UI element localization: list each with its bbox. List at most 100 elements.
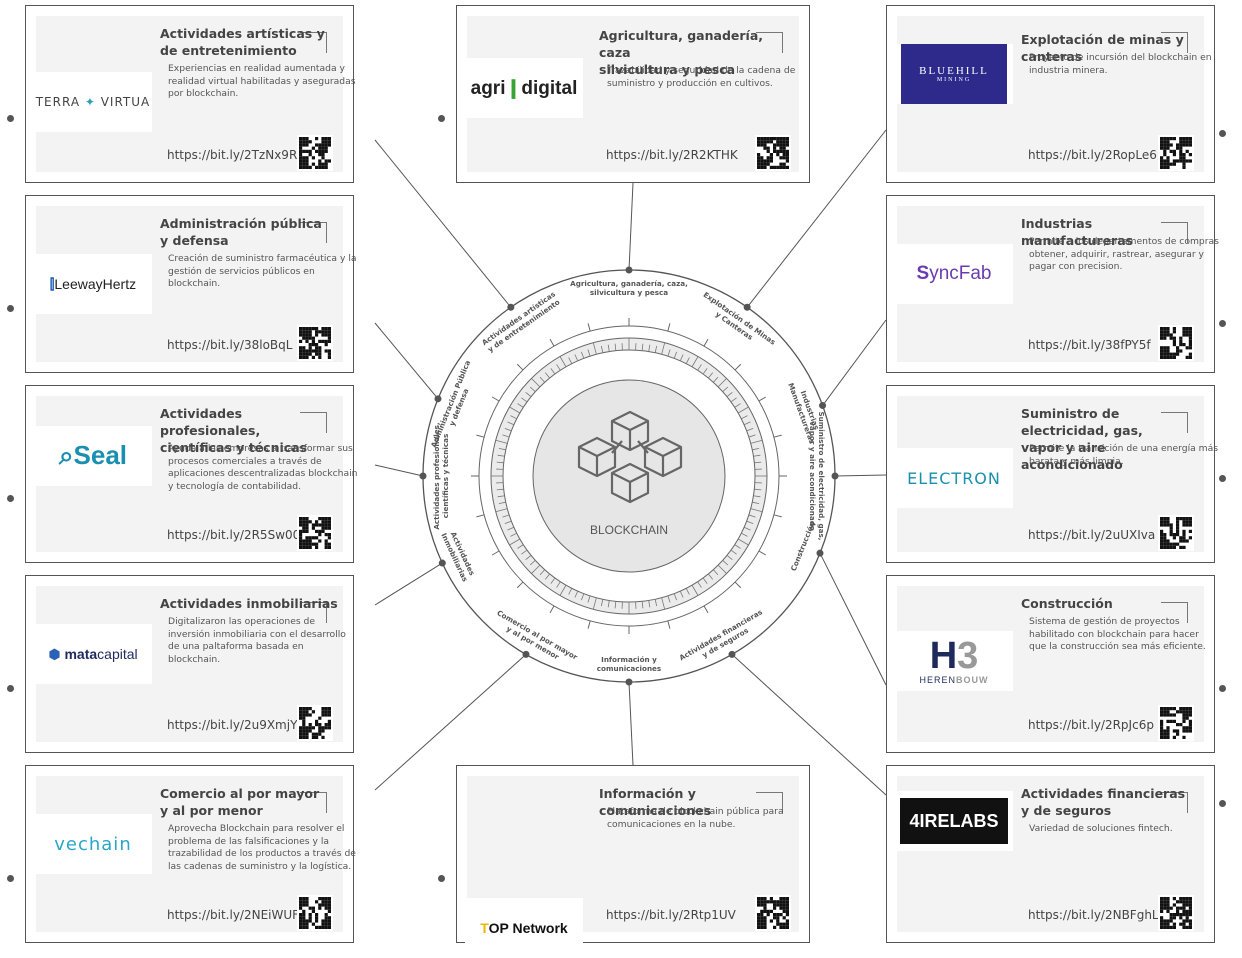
company-logo: ⬢ matacapital [34, 624, 152, 684]
connector-dot [1219, 685, 1226, 692]
sector-title-line: Actividades financieras [1021, 785, 1206, 802]
sector-title: Actividades artísticas yde entretenimien… [160, 25, 345, 59]
sector-leader-line [629, 183, 633, 270]
short-link[interactable]: https://bit.ly/2RopLe6 [1028, 148, 1157, 162]
sector-title: Comercio al por mayory al por menor [160, 785, 345, 819]
company-logo: BLUEHILLMINING [895, 44, 1013, 104]
sector-title-line: y defensa [160, 232, 345, 249]
sector-description: Aprovecha Blockchain para resolver el pr… [168, 823, 358, 873]
ring-dot [817, 550, 823, 556]
short-link[interactable]: https://bit.ly/2NBFghL [1028, 908, 1159, 922]
sector-leader-line [375, 323, 438, 399]
ring-dot [820, 403, 826, 409]
ring-dot [439, 560, 445, 566]
sector-leader-line [375, 563, 442, 605]
qr-code-icon[interactable] [297, 325, 333, 361]
sector-leader-line [375, 465, 423, 476]
sector-leader-line [823, 320, 886, 406]
qr-code-icon[interactable] [1158, 895, 1194, 931]
sector-card: ELECTRON Suministro de electricidad, gas… [886, 385, 1215, 563]
sector-title-line: Suministro de electricidad, gas, [1021, 405, 1206, 439]
sector-leader-line [629, 682, 633, 765]
sector-title-line: Actividades profesionales, [160, 405, 345, 439]
connector-dot [7, 495, 14, 502]
short-link[interactable]: https://bit.ly/2R2KTHK [606, 148, 738, 162]
qr-code-icon[interactable] [297, 895, 333, 931]
sector-card: SyncFab Industrias manufactureras Permit… [886, 195, 1215, 373]
sector-description: Trazabilidad y seguridad de la cadena de… [607, 65, 797, 90]
sector-title: Administración públicay defensa [160, 215, 345, 249]
sector-description: Creación de suministro farmacéutica y la… [168, 253, 358, 291]
sector-description: Variedad de soluciones fintech. [1029, 823, 1219, 836]
connector-dot [1219, 800, 1226, 807]
company-logo: 4IRELABS [895, 791, 1013, 851]
short-link[interactable]: https://bit.ly/38fPY5f [1028, 338, 1151, 352]
sector-title-line: Actividades inmobiliarias [160, 595, 345, 612]
sector-card: H3HERENBOUW Construcción Sistema de gest… [886, 575, 1215, 753]
short-link[interactable]: https://bit.ly/2TzNx9R [167, 148, 297, 162]
sector-card: vechain Comercio al por mayory al por me… [25, 765, 354, 943]
sector-card: TOP Network Información y comunicaciones… [456, 765, 810, 943]
ring-dot [729, 651, 735, 657]
short-link[interactable]: https://bit.ly/2RpJc6p [1028, 718, 1154, 732]
connector-dot [1219, 475, 1226, 482]
qr-code-icon[interactable] [297, 515, 333, 551]
sector-description: Proyecto de incursión del blockchain en … [1029, 52, 1219, 77]
company-logo: ⌕Seal [34, 426, 152, 486]
sector-leader-line [820, 553, 886, 685]
sector-title: Actividades inmobiliarias [160, 595, 345, 612]
ring-dot [744, 304, 750, 310]
sector-description: Experiencias en realidad aumentada y rea… [168, 63, 358, 101]
sector-card: 4IRELABS Actividades financierasy de seg… [886, 765, 1215, 943]
sector-card: agri❙digital Agricultura, ganadería, caz… [456, 5, 810, 183]
short-link[interactable]: https://bit.ly/2u9XmjY [167, 718, 297, 732]
qr-code-icon[interactable] [755, 895, 791, 931]
company-logo: TERRA ✦ VIRTUA [34, 72, 152, 132]
short-link[interactable]: https://bit.ly/2uUXIva [1028, 528, 1155, 542]
qr-code-icon[interactable] [1158, 135, 1194, 171]
company-logo: TOP Network [465, 898, 583, 958]
connector-dot [7, 305, 14, 312]
short-link[interactable]: https://bit.ly/2R5Sw00 [167, 528, 300, 542]
connector-dot [1219, 320, 1226, 327]
qr-code-icon[interactable] [1158, 705, 1194, 741]
company-logo: H3HERENBOUW [895, 631, 1013, 691]
qr-code-icon[interactable] [1158, 515, 1194, 551]
qr-code-icon[interactable] [297, 135, 333, 171]
ring-dot [508, 304, 514, 310]
sector-description: Sistema de gestión de proyectos habilita… [1029, 616, 1219, 654]
short-link[interactable]: https://bit.ly/38loBqL [167, 338, 292, 352]
connector-dot [438, 875, 445, 882]
sector-description: Permite a los departamentos de compras o… [1029, 236, 1219, 274]
sector-title-line: Actividades artísticas y [160, 25, 345, 42]
company-logo: agri❙digital [465, 58, 583, 118]
short-link[interactable]: https://bit.ly/2Rtp1UV [606, 908, 736, 922]
sector-title-line: Comercio al por mayor [160, 785, 345, 802]
sector-title-line: Construcción [1021, 595, 1206, 612]
sector-card: BLUEHILLMINING Explotación de minas y ca… [886, 5, 1215, 183]
qr-code-icon[interactable] [1158, 325, 1194, 361]
sector-ring-label: Información ycomunicaciones [597, 655, 661, 673]
connector-dot [7, 875, 14, 882]
sector-card: ⌕Seal Actividades profesionales,científi… [25, 385, 354, 563]
sector-card: TERRA ✦ VIRTUA Actividades artísticas yd… [25, 5, 354, 183]
sector-ring-label: Actividades profesionales,científicas y … [432, 422, 450, 529]
company-logo: ELECTRON [895, 448, 1013, 508]
company-logo: ⫿LeewayHertz [34, 254, 152, 314]
center-label: BLOCKCHAIN [590, 523, 668, 537]
ring-dot [435, 396, 441, 402]
short-link[interactable]: https://bit.ly/2NEiWUF [167, 908, 299, 922]
sector-description: Digitalizaron las operaciones de inversi… [168, 616, 358, 666]
sector-description: Permite la transición de una energía más… [1029, 443, 1219, 468]
connector-dot [7, 685, 14, 692]
company-logo: vechain [34, 814, 152, 874]
company-logo: SyncFab [895, 244, 1013, 304]
qr-code-icon[interactable] [297, 705, 333, 741]
sector-description: Plataforma de blockchain pública para co… [607, 806, 797, 831]
sector-title: Actividades financierasy de seguros [1021, 785, 1206, 819]
qr-code-icon[interactable] [755, 135, 791, 171]
sector-description: Ayuda a las empresas a transformar sus p… [168, 443, 358, 493]
ring-dot [523, 651, 529, 657]
sector-title-line: de entretenimiento [160, 42, 345, 59]
ring-dot [420, 473, 426, 479]
